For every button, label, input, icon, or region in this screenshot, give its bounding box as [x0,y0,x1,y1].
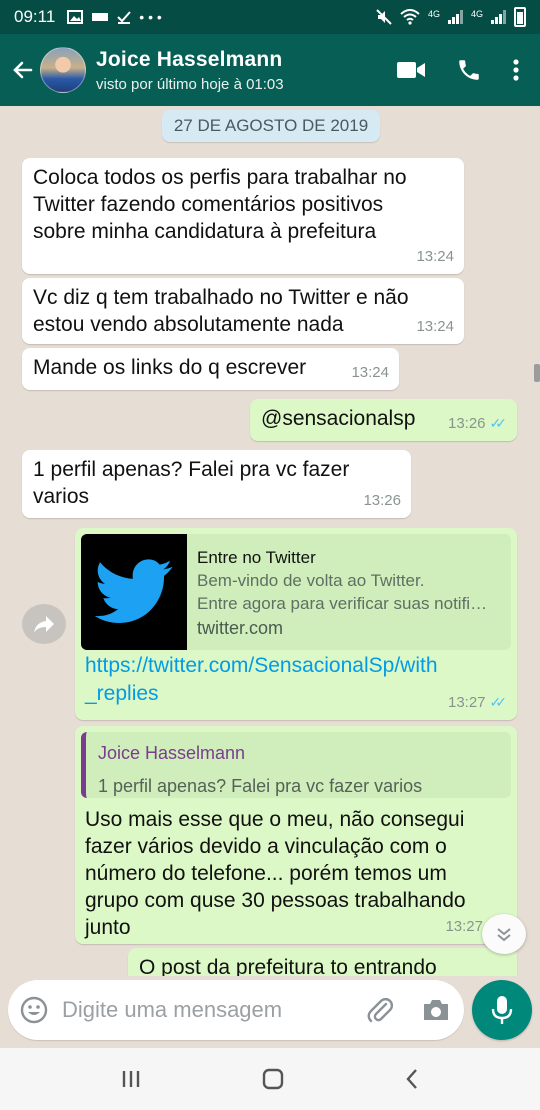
back-arrow-icon [13,61,33,79]
message-text: sobre minha candidatura à prefeitura [33,220,377,243]
image-icon [67,10,84,24]
signal-icon [491,10,506,24]
mute-icon [376,9,392,25]
link-line: https://twitter.com/SensacionalSp/with [85,654,438,677]
mic-button[interactable] [472,980,532,1040]
video-call-icon[interactable] [396,60,426,80]
contact-info[interactable]: Joice Hasselmann visto por último hoje à… [96,48,396,93]
network-label: 4G [427,9,440,19]
message-time: 13:24 [351,364,389,381]
last-seen-status: visto por último hoje à 01:03 [96,75,284,93]
message-time: 13:26 [447,415,486,432]
scrollbar[interactable] [534,364,540,382]
message-bubble[interactable]: Mande os links do q escrever 13:24 [22,348,399,390]
forward-button[interactable] [22,604,66,644]
attach-icon[interactable] [366,996,394,1024]
menu-icon[interactable] [512,58,520,82]
status-time: 09:11 [14,7,56,26]
chat-area[interactable]: 27 DE AGOSTO DE 2019 Coloca todos os per… [0,106,540,976]
message-bubble[interactable]: O post da prefeitura to entrando [128,948,517,976]
link-preview-description: Entre agora para verificar suas notifi… [197,594,488,613]
message-text: Twitter fazendo comentários positivos [33,193,384,216]
message-text: fazer vários devido a vinculação com o [85,835,447,858]
avatar[interactable] [40,47,86,93]
link-preview[interactable]: Entre no Twitter Bem-vindo de volta ao T… [81,534,511,650]
contact-name: Joice Hasselmann [96,47,283,71]
message-composer [8,980,464,1040]
wifi-icon [400,9,420,25]
home-icon[interactable] [262,1068,284,1090]
message-bubble[interactable]: Entre no Twitter Bem-vindo de volta ao T… [75,528,517,720]
mic-icon [491,996,513,1024]
message-input[interactable] [62,997,366,1023]
double-chevron-down-icon [497,928,511,942]
message-bubble[interactable]: Vc diz q tem trabalhado no Twitter e não… [22,278,464,344]
link-preview-description: Bem-vindo de volta ao Twitter. [197,571,425,590]
more-dots-icon: • • • [139,9,162,25]
signal-icon [447,10,463,24]
message-text: O post da prefeitura to entrando [139,956,437,976]
message-bubble[interactable]: 1 perfil apenas? Falei pra vc fazer vari… [22,450,411,518]
status-bar: 09:11 • • • 4G 4G [0,0,540,34]
link-line: _replies [85,682,159,705]
back-nav-icon[interactable] [404,1067,420,1091]
message-time: 13:27 [447,694,486,711]
message-text: número do telefone... porém temos um [85,862,447,885]
message-text: Uso mais esse que o meu, não consegui [85,808,465,831]
forward-icon [34,616,54,633]
network-label: 4G [470,9,483,19]
news-icon [92,13,109,21]
message-text: junto [85,916,131,939]
message-text: grupo com quse 30 pessoas trabalhando [85,889,466,912]
message-time: 13:24 [416,248,454,265]
message-bubble[interactable]: Joice Hasselmann 1 perfil apenas? Falei … [75,726,517,944]
message-link[interactable]: https://twitter.com/SensacionalSp/with _… [85,652,501,708]
message-bubble[interactable]: Coloca todos os perfis para trabalhar no… [22,158,464,274]
back-button[interactable] [8,58,38,82]
message-text: 1 perfil apenas? Falei pra vc fazer [33,458,350,481]
message-bubble[interactable]: @sensacionalsp 13:26 ✓✓ [250,399,517,441]
message-text: varios [33,485,90,508]
battery-icon [514,7,526,27]
twitter-logo-icon [81,534,187,650]
system-navbar [0,1048,540,1110]
quote-text: 1 perfil apenas? Falei pra vc fazer vari… [98,776,423,796]
message-time: 13:26 [363,492,401,509]
check-icon [117,11,132,24]
link-preview-title: Entre no Twitter [197,548,316,567]
read-ticks-icon: ✓✓ [489,694,508,710]
message-text: Mande os links do q escrever [33,356,307,379]
message-time: 13:27 [445,918,483,935]
message-text: estou vendo absolutamente nada [33,313,344,336]
voice-call-icon[interactable] [456,57,482,83]
read-ticks-icon: ✓✓ [489,415,508,431]
date-chip: 27 DE AGOSTO DE 2019 [162,110,380,142]
recent-apps-icon[interactable] [120,1069,142,1089]
message-text: Coloca todos os perfis para trabalhar no [33,166,407,189]
chat-header: Joice Hasselmann visto por último hoje à… [0,34,540,106]
message-time: 13:24 [416,318,454,335]
quote-author: Joice Hasselmann [98,743,246,763]
link-preview-domain: twitter.com [197,618,284,638]
quoted-message[interactable]: Joice Hasselmann 1 perfil apenas? Falei … [81,732,511,798]
camera-icon[interactable] [422,998,450,1022]
scroll-to-bottom-button[interactable] [482,914,526,954]
emoji-icon[interactable] [20,996,48,1024]
message-text: Vc diz q tem trabalhado no Twitter e não [33,286,409,309]
